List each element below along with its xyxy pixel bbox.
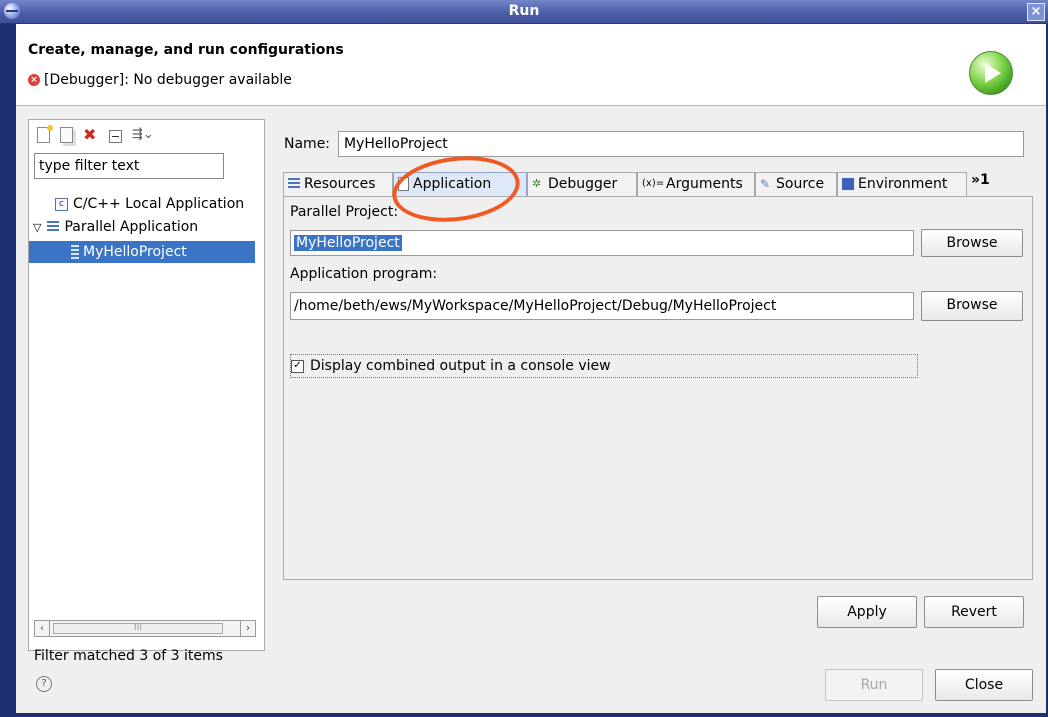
application-program-field[interactable] bbox=[290, 292, 914, 320]
application-icon bbox=[398, 177, 409, 191]
source-icon: ✎ bbox=[760, 177, 771, 191]
tree-item-parallel-application[interactable]: ▽ Parallel Application bbox=[33, 216, 198, 238]
revert-button[interactable]: Revert bbox=[924, 596, 1024, 628]
browse-project-button[interactable]: Browse bbox=[921, 229, 1023, 257]
horizontal-scrollbar[interactable]: ‹ III › bbox=[34, 620, 256, 637]
tab-label: Resources bbox=[304, 176, 376, 192]
app-icon bbox=[4, 3, 20, 19]
error-icon: × bbox=[28, 74, 40, 86]
arguments-icon: (x)= bbox=[642, 178, 665, 189]
delete-configuration-icon[interactable]: ✖ bbox=[83, 127, 99, 143]
scrollbar-thumb[interactable]: III bbox=[53, 623, 223, 634]
parallel-project-value: MyHelloProject bbox=[294, 235, 402, 251]
application-program-label: Application program: bbox=[290, 266, 438, 282]
tab-arguments[interactable]: (x)= Arguments bbox=[637, 172, 755, 196]
combined-output-label: Display combined output in a console vie… bbox=[310, 358, 611, 374]
configuration-icon bbox=[71, 245, 79, 259]
close-button[interactable]: Close bbox=[935, 669, 1033, 701]
dialog-header: Create, manage, and run configurations ×… bbox=[16, 24, 1046, 106]
window-titlebar: Run × bbox=[0, 0, 1048, 24]
parallel-project-field[interactable]: MyHelloProject bbox=[290, 230, 914, 256]
help-icon[interactable]: ? bbox=[36, 676, 52, 692]
combined-output-option[interactable]: ✓ Display combined output in a console v… bbox=[290, 354, 918, 378]
parallel-application-icon bbox=[47, 221, 60, 233]
error-text: [Debugger]: No debugger available bbox=[44, 72, 292, 88]
parallel-project-label: Parallel Project: bbox=[290, 204, 399, 220]
configuration-list-panel: ✖ ⇶⌄ c C/C++ Local Application ▽ Parallel … bbox=[28, 119, 265, 651]
debugger-icon: ✲ bbox=[532, 177, 542, 190]
window-title: Run bbox=[508, 3, 540, 19]
filter-input[interactable] bbox=[34, 153, 224, 179]
config-tabs: Resources Application ✲ Debugger (x)= Argu… bbox=[283, 172, 1031, 196]
apply-button[interactable]: Apply bbox=[817, 596, 917, 628]
close-window-icon[interactable]: × bbox=[1027, 3, 1045, 21]
tree-item-label: MyHelloProject bbox=[83, 244, 187, 260]
new-configuration-icon[interactable] bbox=[37, 125, 53, 143]
tab-label: Source bbox=[776, 176, 825, 192]
expand-caret-icon[interactable]: ▽ bbox=[33, 217, 41, 239]
name-field[interactable] bbox=[338, 131, 1024, 157]
tab-label: Application bbox=[413, 176, 492, 192]
tab-debugger[interactable]: ✲ Debugger bbox=[527, 172, 637, 196]
combined-output-checkbox[interactable]: ✓ bbox=[291, 359, 304, 373]
duplicate-configuration-icon[interactable] bbox=[60, 127, 73, 143]
run-banner-icon bbox=[969, 51, 1013, 95]
c-application-icon: c bbox=[55, 197, 68, 211]
tree-item-myhelloproject[interactable]: MyHelloProject bbox=[29, 241, 255, 263]
more-tabs-button[interactable]: »1 bbox=[971, 172, 990, 188]
tree-item-cpp-local-application[interactable]: c C/C++ Local Application bbox=[55, 193, 244, 215]
browse-program-button[interactable]: Browse bbox=[921, 291, 1023, 321]
config-toolbar: ✖ ⇶⌄ bbox=[29, 120, 272, 150]
collapse-all-icon[interactable] bbox=[109, 129, 122, 143]
name-label: Name: bbox=[284, 136, 331, 152]
tab-resources[interactable]: Resources bbox=[283, 172, 393, 196]
slide-frame-bottom bbox=[0, 713, 1048, 717]
resources-icon bbox=[288, 178, 300, 190]
environment-icon bbox=[842, 178, 854, 190]
tab-label: Environment bbox=[858, 176, 948, 192]
slide-frame-left bbox=[0, 0, 16, 717]
tab-environment[interactable]: Environment bbox=[837, 172, 967, 196]
tab-label: Arguments bbox=[666, 176, 743, 192]
filter-menu-icon[interactable]: ⇶⌄ bbox=[132, 127, 154, 143]
error-message: × [Debugger]: No debugger available bbox=[28, 72, 292, 88]
filter-status: Filter matched 3 of 3 items bbox=[34, 648, 223, 664]
run-button[interactable]: Run bbox=[825, 669, 923, 701]
header-title: Create, manage, and run configurations bbox=[28, 42, 344, 58]
scroll-right-icon[interactable]: › bbox=[240, 621, 255, 636]
tab-source[interactable]: ✎ Source bbox=[755, 172, 837, 196]
tab-application[interactable]: Application bbox=[393, 172, 527, 196]
tree-item-label: C/C++ Local Application bbox=[73, 196, 245, 212]
tree-item-label: Parallel Application bbox=[64, 219, 199, 235]
run-dialog: Create, manage, and run configurations ×… bbox=[16, 24, 1046, 713]
scroll-left-icon[interactable]: ‹ bbox=[35, 621, 50, 636]
tab-label: Debugger bbox=[548, 176, 618, 192]
